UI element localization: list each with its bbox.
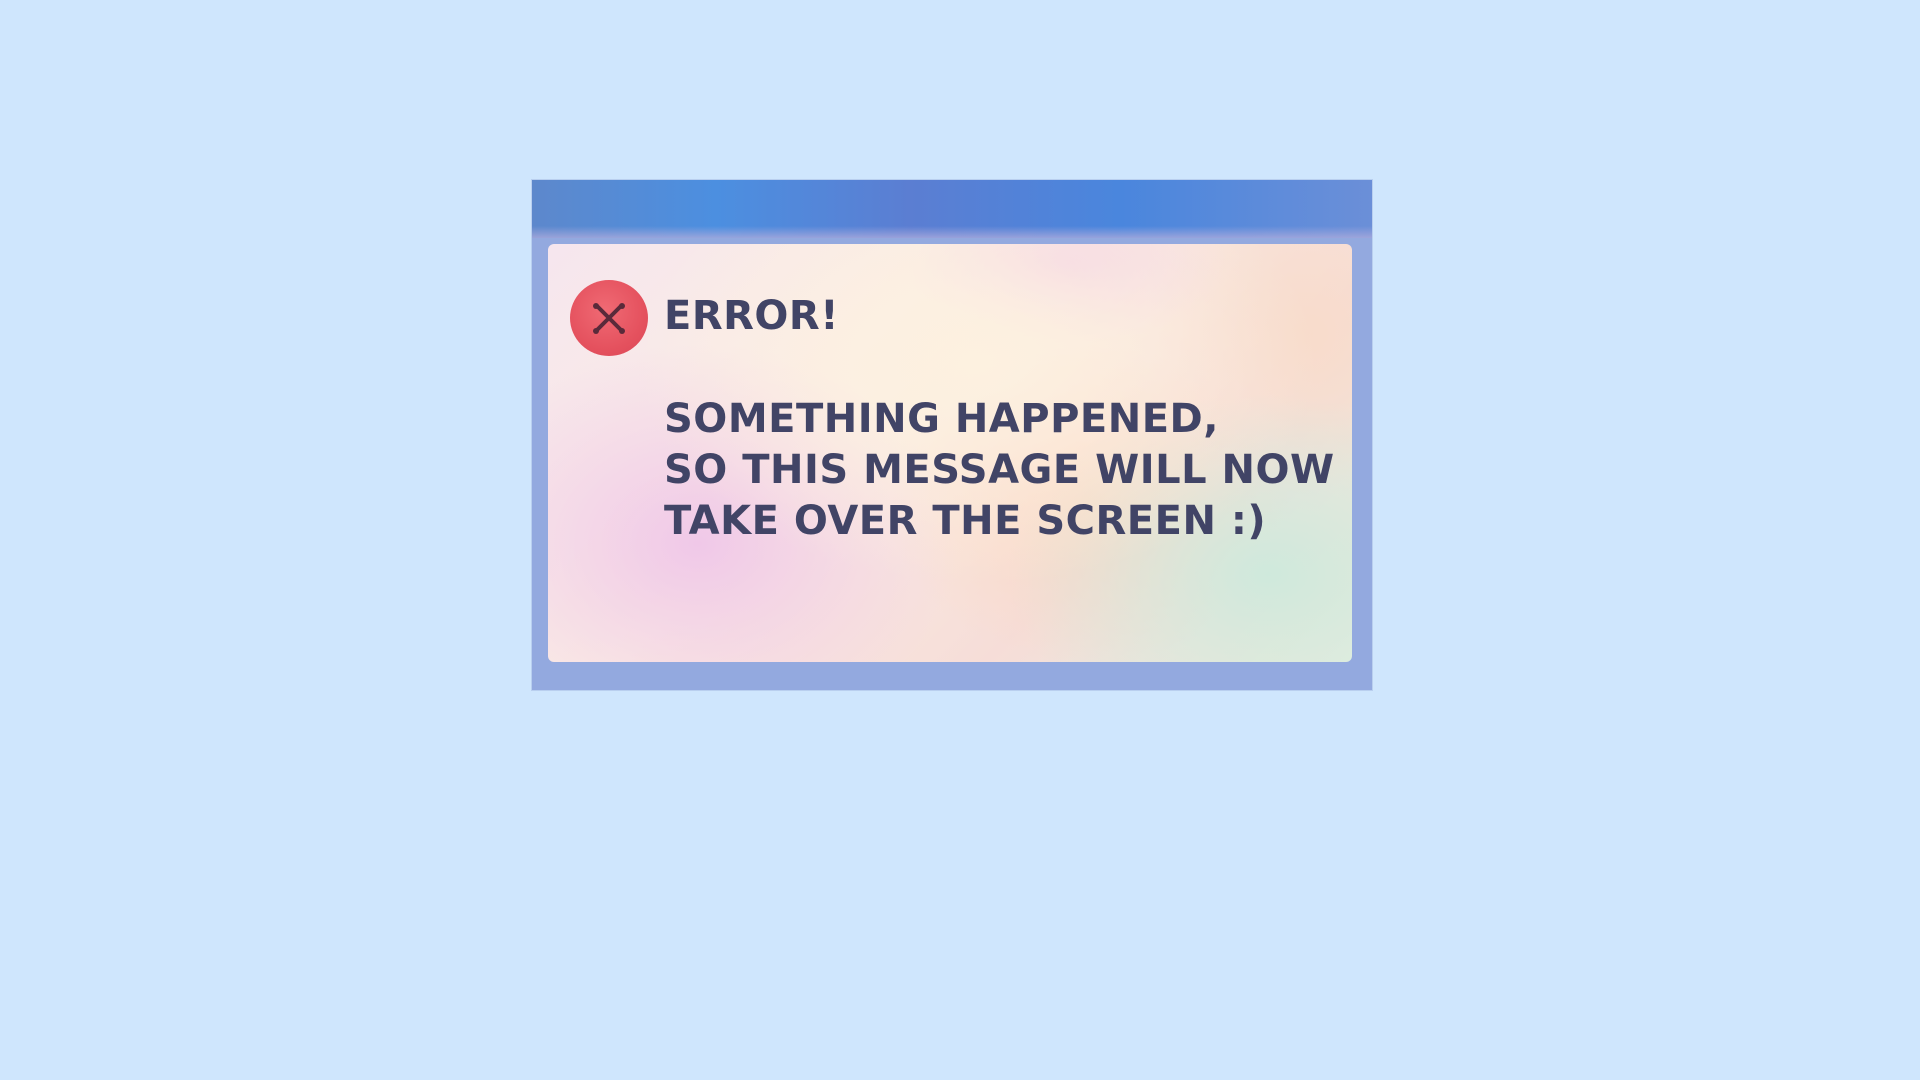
dialog-titlebar[interactable] xyxy=(532,180,1372,238)
desktop-background: ERROR! SOMETHING HAPPENED, SO THIS MESSA… xyxy=(0,0,1920,1080)
message-line-3: TAKE OVER THE SCREEN :) xyxy=(664,498,1267,544)
error-x-icon xyxy=(570,280,648,356)
message-line-1: SOMETHING HAPPENED, xyxy=(664,396,1219,442)
x-mark-icon xyxy=(593,303,625,334)
dialog-message: SOMETHING HAPPENED, SO THIS MESSAGE WILL… xyxy=(664,394,1335,547)
dialog-title: ERROR! xyxy=(664,293,839,339)
message-line-2: SO THIS MESSAGE WILL NOW xyxy=(664,447,1335,493)
